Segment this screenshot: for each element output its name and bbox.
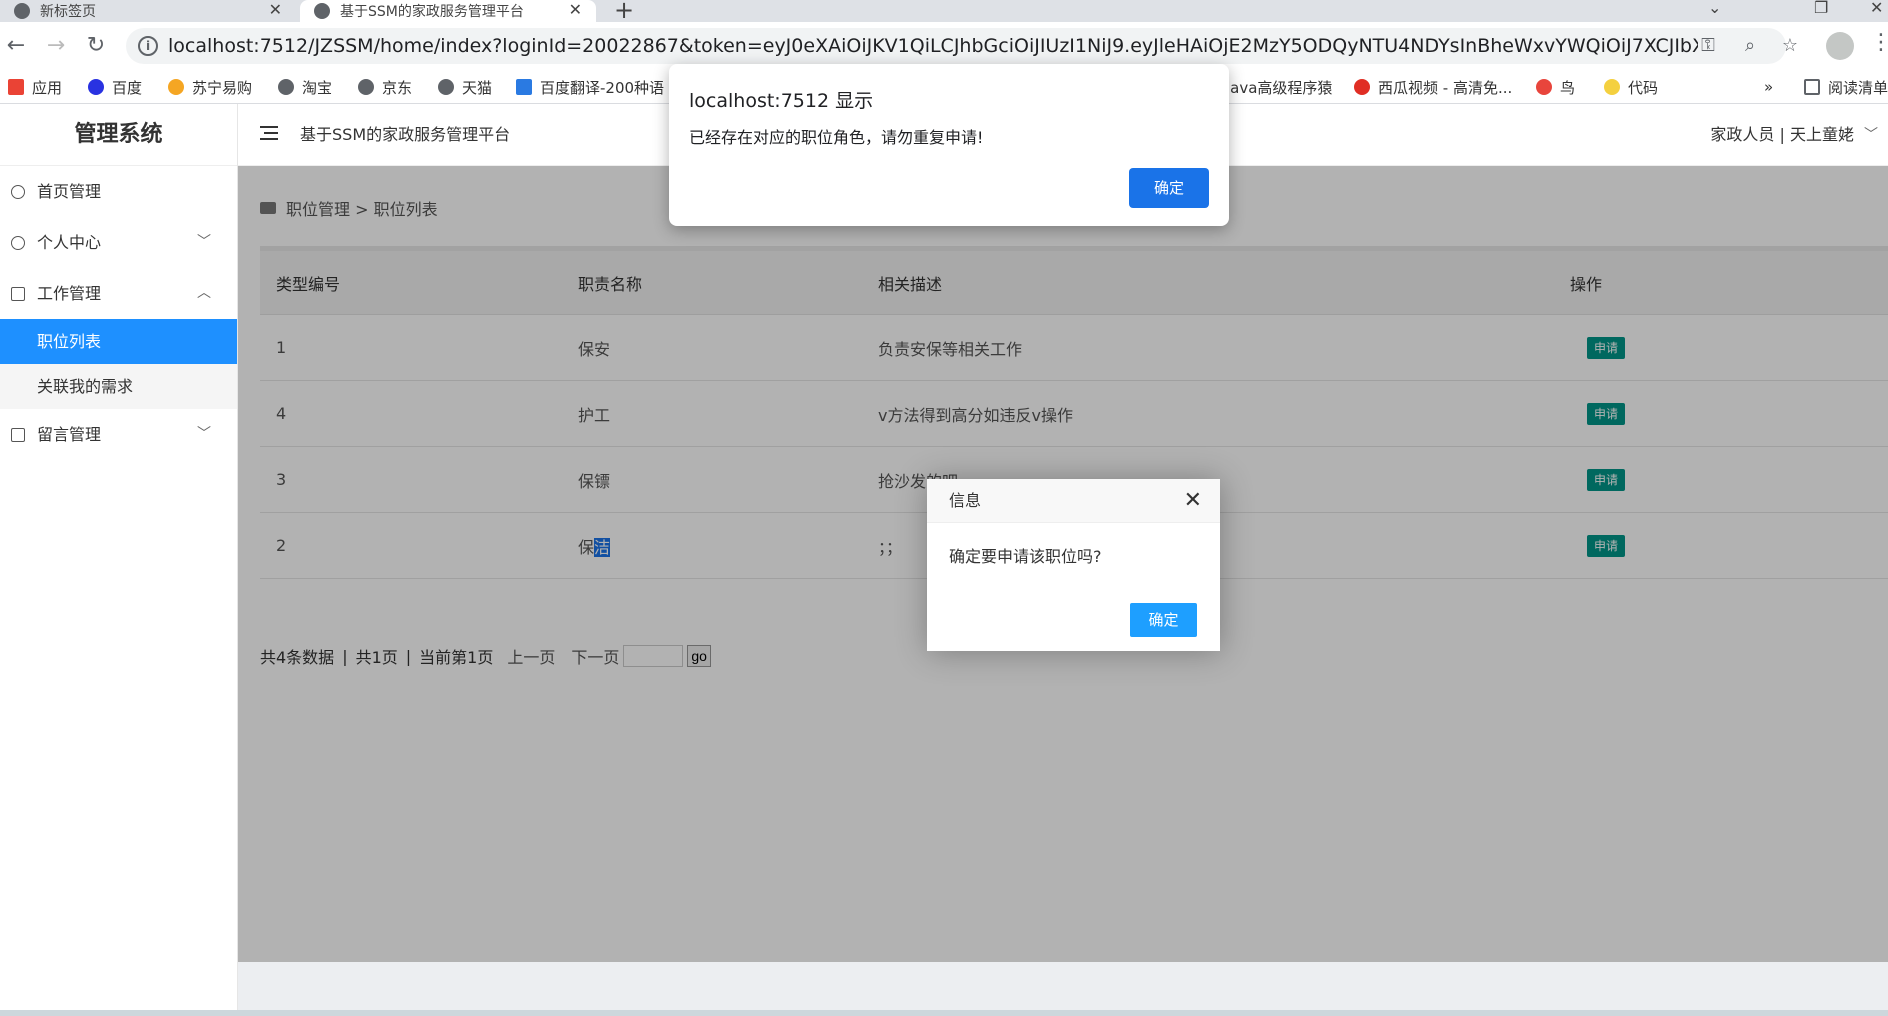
bookmark-label: 苏宁易购 — [192, 78, 253, 97]
profile-avatar[interactable] — [1826, 32, 1854, 60]
alert-message: 已经存在对应的职位角色，请勿重复申请! — [689, 128, 984, 147]
tab-favicon-icon — [314, 3, 330, 19]
browser-tab-active[interactable]: 基于SSM的家政服务管理平台 ✕ — [300, 0, 596, 22]
bookmark-taobao[interactable]: 淘宝 — [278, 77, 332, 97]
translate-icon — [516, 79, 532, 95]
sidebar-subitem-my-demands[interactable]: 关联我的需求 — [0, 364, 237, 409]
apps-icon — [11, 287, 25, 301]
reading-list-icon — [1804, 79, 1820, 95]
browser-alert-dialog: localhost:7512 显示 已经存在对应的职位角色，请勿重复申请! 确定 — [669, 64, 1229, 226]
site-info-icon[interactable]: i — [138, 36, 158, 56]
alert-ok-button[interactable]: 确定 — [1129, 168, 1209, 208]
cube-icon — [11, 236, 25, 250]
window-close-icon[interactable]: ✕ — [1870, 0, 1883, 17]
bookmark-label: 百度 — [112, 78, 143, 97]
bookmark-label: 百度翻译-200种语 — [540, 78, 665, 97]
bookmark-label: 淘宝 — [302, 78, 333, 97]
baidu-icon — [88, 79, 104, 95]
menu-toggle-icon[interactable] — [260, 126, 278, 140]
dashboard-icon — [11, 185, 25, 199]
bookmark-label: 鸟 — [1560, 78, 1576, 97]
alert-title: localhost:7512 显示 — [689, 90, 874, 112]
zoom-icon[interactable]: ⌕ — [1738, 34, 1762, 58]
chevron-up-icon: ︿ — [197, 285, 211, 301]
chevron-down-icon[interactable]: ﹀ — [1864, 104, 1878, 166]
code-icon — [1604, 79, 1620, 95]
sidebar: 管理系统 首页管理 个人中心 ﹀ 工作管理 ︿ 职位列表 关联我的需求 留言管理… — [0, 104, 238, 1016]
bookmark-label: 代码 — [1628, 78, 1659, 97]
bookmark-xigua[interactable]: 西瓜视频 - 高清免... — [1354, 77, 1512, 97]
reading-list[interactable]: 阅读清单 — [1804, 77, 1888, 97]
new-tab-icon[interactable]: + — [614, 0, 634, 24]
bookmark-label: 天猫 — [462, 78, 493, 97]
forward-icon[interactable]: → — [42, 32, 70, 60]
browser-tab-newtab[interactable]: 新标签页 ✕ — [0, 0, 296, 22]
address-url[interactable]: localhost:7512/JZSSM/home/index?loginId=… — [168, 28, 1698, 64]
browser-tabstrip: 新标签页 ✕ 基于SSM的家政服务管理平台 ✕ + ⌄ ❐ ✕ — [0, 0, 1888, 24]
bookmark-bird[interactable]: 鸟 — [1536, 77, 1575, 97]
bookmark-jd[interactable]: 京东 — [358, 77, 412, 97]
browser-menu-icon[interactable]: ⋮ — [1870, 30, 1888, 55]
sidebar-subitem-job-list[interactable]: 职位列表 — [0, 319, 237, 364]
confirm-ok-button[interactable]: 确定 — [1130, 603, 1197, 637]
bookmark-tmall[interactable]: 天猫 — [438, 77, 492, 97]
bookmarks-overflow[interactable]: » — [1764, 77, 1773, 97]
tab-close-icon[interactable]: ✕ — [269, 0, 282, 20]
confirm-dialog-header: 信息 ✕ — [927, 479, 1220, 523]
bookmark-apps[interactable]: 应用 — [8, 77, 62, 97]
bookmark-code[interactable]: 代码 — [1604, 77, 1658, 97]
tab-title: 基于SSM的家政服务管理平台 — [340, 4, 524, 20]
chevron-down-icon: ﹀ — [197, 426, 211, 442]
bookmark-label: 京东 — [382, 78, 413, 97]
globe-icon — [438, 79, 454, 95]
bookmark-baidu[interactable]: 百度 — [88, 77, 142, 97]
sidebar-item-personal[interactable]: 个人中心 ﹀ — [0, 217, 237, 268]
bookmark-baidu-translate[interactable]: 百度翻译-200种语 — [516, 77, 664, 97]
sidebar-item-messages[interactable]: 留言管理 ﹀ — [0, 409, 237, 460]
header-title: 基于SSM的家政服务管理平台 — [300, 125, 511, 144]
xigua-icon — [1354, 79, 1370, 95]
bird-icon — [1536, 79, 1552, 95]
bookmark-java[interactable]: java高级程序猿 — [1226, 77, 1332, 97]
suning-icon — [168, 79, 184, 95]
sidebar-item-label: 个人中心 — [37, 233, 102, 252]
confirm-dialog-message: 确定要申请该职位吗? — [949, 547, 1102, 566]
tab-close-icon[interactable]: ✕ — [569, 0, 582, 20]
sidebar-item-home[interactable]: 首页管理 — [0, 166, 237, 217]
globe-icon — [278, 79, 294, 95]
sidebar-item-label: 首页管理 — [37, 182, 102, 201]
back-icon[interactable]: ← — [2, 32, 30, 60]
sidebar-item-work[interactable]: 工作管理 ︿ — [0, 268, 237, 319]
brand-title: 管理系统 — [0, 104, 237, 166]
address-bar[interactable]: i localhost:7512/JZSSM/home/index?loginI… — [126, 28, 1798, 64]
footer-band — [238, 962, 1888, 1016]
sidebar-item-label: 工作管理 — [37, 284, 102, 303]
bookmark-label: 应用 — [32, 78, 63, 97]
message-board-icon — [11, 428, 25, 442]
globe-icon — [358, 79, 374, 95]
sidebar-item-label: 留言管理 — [37, 425, 102, 444]
bookmark-star-icon[interactable]: ☆ — [1778, 34, 1802, 58]
reading-list-label: 阅读清单 — [1828, 78, 1888, 97]
profile-dropdown-icon[interactable]: ⌄ — [1708, 0, 1721, 17]
key-icon[interactable]: ⚿ — [1696, 34, 1720, 58]
tab-title: 新标签页 — [40, 4, 96, 20]
apps-grid-icon — [8, 79, 24, 95]
confirm-dialog-title: 信息 — [949, 491, 982, 510]
chevron-down-icon: ﹀ — [197, 234, 211, 250]
bookmark-suning[interactable]: 苏宁易购 — [168, 77, 252, 97]
tab-favicon-icon — [14, 3, 30, 19]
close-icon[interactable]: ✕ — [1184, 479, 1202, 523]
window-restore-icon[interactable]: ❐ — [1814, 0, 1828, 17]
browser-toolbar: ← → ↻ i localhost:7512/JZSSM/home/index?… — [0, 22, 1888, 70]
bookmark-label: java高级程序猿 — [1226, 78, 1333, 97]
user-menu[interactable]: 家政人员 | 天上童姥 — [1710, 104, 1854, 166]
taskbar-strip — [0, 1010, 1888, 1016]
reload-icon[interactable]: ↻ — [82, 32, 110, 60]
confirm-dialog: 信息 ✕ 确定要申请该职位吗? 确定 — [927, 479, 1220, 651]
bookmark-label: 西瓜视频 - 高清免... — [1378, 78, 1513, 97]
